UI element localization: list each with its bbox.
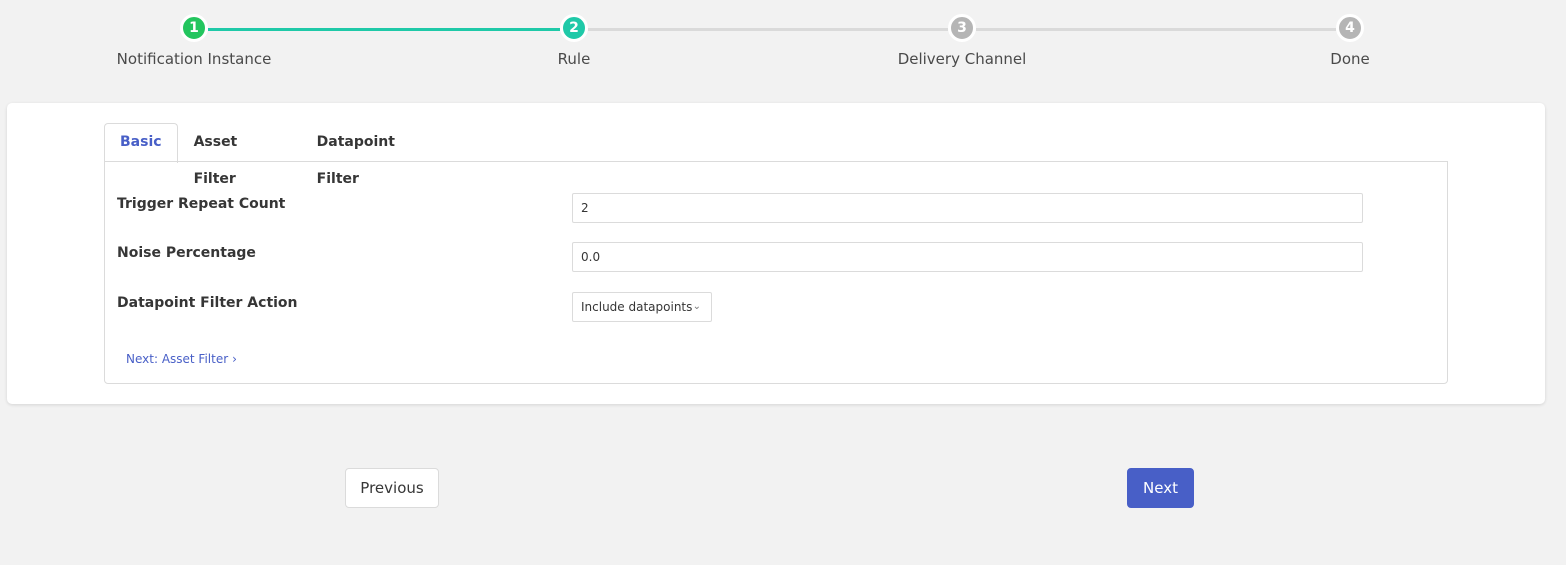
- step-done[interactable]: 4 Done: [1250, 14, 1450, 68]
- noise-percentage-input[interactable]: [572, 242, 1363, 272]
- step-number-badge: 2: [560, 14, 588, 42]
- step-label: Notification Instance: [116, 50, 272, 68]
- step-number-badge: 1: [180, 14, 208, 42]
- next-button[interactable]: Next: [1127, 468, 1194, 508]
- tab-asset-filter[interactable]: Asset Filter: [178, 123, 284, 187]
- basic-tab-panel: Trigger Repeat Count Noise Percentage Da…: [104, 161, 1448, 384]
- previous-button[interactable]: Previous: [345, 468, 439, 508]
- step-label: Delivery Channel: [897, 50, 1027, 68]
- tab-datapoint-filter[interactable]: Datapoint Filter: [284, 123, 435, 187]
- tab-basic[interactable]: Basic: [104, 123, 178, 163]
- next-link-label: Next: Asset Filter: [126, 352, 229, 366]
- trigger-repeat-count-input[interactable]: [572, 193, 1363, 223]
- datapoint-filter-action-select[interactable]: Include datapoints ⌄: [572, 292, 712, 322]
- noise-percentage-label: Noise Percentage: [117, 245, 256, 261]
- datapoint-filter-action-label: Datapoint Filter Action: [117, 295, 298, 311]
- step-rule[interactable]: 2 Rule: [474, 14, 674, 68]
- chevron-down-icon: ⌄: [692, 301, 701, 312]
- trigger-repeat-count-label: Trigger Repeat Count: [117, 196, 286, 212]
- next-asset-filter-link[interactable]: Next: Asset Filter ›: [126, 352, 237, 366]
- rule-card: Basic Asset Filter Datapoint Filter Trig…: [7, 103, 1545, 404]
- step-number-badge: 3: [948, 14, 976, 42]
- select-value: Include datapoints: [581, 300, 693, 314]
- step-notification-instance[interactable]: 1 Notification Instance: [94, 14, 294, 68]
- wizard-stepper: 1 Notification Instance 2 Rule 3 Deliver…: [0, 0, 1566, 90]
- chevron-right-icon: ›: [232, 352, 237, 366]
- step-number-badge: 4: [1336, 14, 1364, 42]
- step-delivery-channel[interactable]: 3 Delivery Channel: [862, 14, 1062, 68]
- tab-bar: Basic Asset Filter Datapoint Filter: [104, 123, 435, 187]
- step-label: Done: [1330, 50, 1370, 68]
- step-label: Rule: [557, 50, 591, 68]
